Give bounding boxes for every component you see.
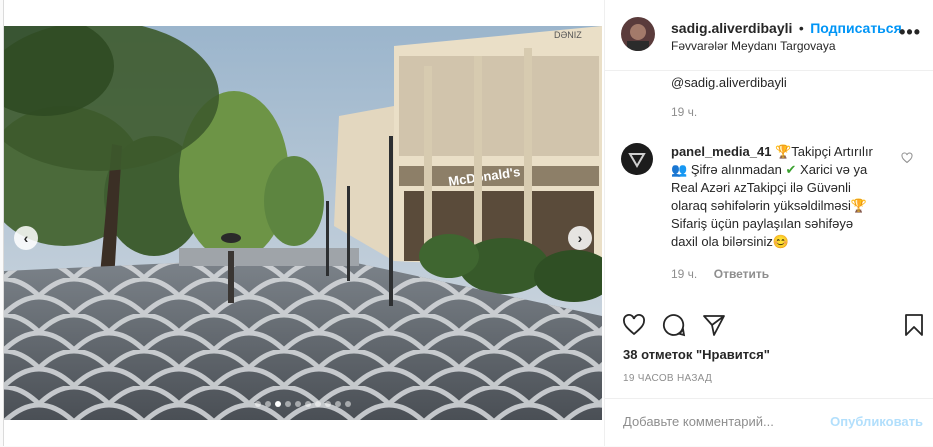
slide-dot — [265, 401, 271, 407]
small-heart-icon — [901, 152, 913, 164]
chevron-right-icon: › — [577, 230, 583, 246]
chevron-left-icon: ‹ — [23, 230, 29, 246]
post-side-panel: sadig.aliverdibayli • Подписаться Fəvvar… — [604, 0, 933, 446]
next-slide-button[interactable]: › — [568, 226, 592, 250]
caption-time[interactable]: 19 ч. — [671, 105, 697, 119]
more-options-icon: ••• — [899, 22, 921, 42]
post-header: sadig.aliverdibayli • Подписаться Fəvvar… — [605, 0, 933, 71]
bank-sign: DƏNIZ — [554, 30, 582, 40]
trophy-icon: 🏆 — [775, 144, 792, 159]
commenter-username[interactable]: panel_media_41 — [671, 144, 771, 159]
caption-mention[interactable]: @sadig.aliverdibayli — [671, 74, 787, 92]
add-comment-bar: Опубликовать — [605, 398, 933, 447]
comment-line-6: daxil ola bilərsiniz — [671, 234, 773, 249]
publish-button[interactable]: Опубликовать — [830, 414, 923, 429]
slide-dot — [295, 401, 301, 407]
slide-dot — [335, 401, 341, 407]
author-avatar[interactable] — [621, 17, 655, 51]
comment-input[interactable] — [621, 413, 825, 430]
post-photo[interactable]: McDonald's DƏNIZ ‹ › — [4, 26, 602, 420]
comment-line-1: Takipçi Artırılır — [791, 144, 873, 159]
author-username[interactable]: sadig.aliverdibayli — [671, 20, 792, 36]
post-timestamp[interactable]: 19 ЧАСОВ НАЗАД — [623, 373, 712, 384]
heart-icon[interactable] — [621, 313, 647, 337]
people-icon: 👥 — [671, 162, 688, 177]
post-location[interactable]: Fəvvarələr Meydanı Targovaya — [671, 39, 836, 53]
comment-line-5: Sifariş üçün paylaşılan səhifəyə — [671, 216, 854, 231]
post-container: McDonald's DƏNIZ ‹ › sadig.aliverdibayli… — [3, 0, 933, 446]
comment-icon[interactable] — [661, 313, 687, 337]
slide-dot — [345, 401, 351, 407]
slide-dot — [325, 401, 331, 407]
header-separator: • — [798, 20, 804, 36]
slide-dot — [285, 401, 291, 407]
likes-count[interactable]: 38 отметок "Нравится" — [623, 347, 770, 362]
avatar-image — [621, 17, 655, 51]
follow-button[interactable]: Подписаться — [810, 20, 902, 36]
check-icon: ✔ — [785, 162, 797, 177]
more-options-button[interactable]: ••• — [899, 22, 921, 43]
comment-line-4: olaraq səhifələrin yüksəldilməsi — [671, 198, 851, 213]
comment-like-button[interactable] — [901, 151, 913, 169]
trophy-icon: 🏆 — [850, 198, 868, 213]
comment-body: panel_media_41 🏆Takipçi Artırılır 👥 Şifr… — [671, 143, 886, 251]
smile-icon: 😊 — [772, 234, 790, 249]
post-actions — [605, 305, 933, 345]
slide-dot — [275, 401, 281, 407]
comment-time[interactable]: 19 ч. — [671, 267, 697, 281]
commenter-avatar[interactable] — [621, 143, 653, 175]
commenter-avatar-logo — [628, 153, 646, 168]
comment-line-2b: Xarici və ya — [800, 162, 868, 177]
slide-dot — [255, 401, 261, 407]
slide-dot — [315, 401, 321, 407]
comment-line-3: Real Azəri ᴀᴢTakipçi ilə Güvənli — [671, 180, 851, 195]
bookmark-icon[interactable] — [903, 313, 925, 337]
previous-slide-button[interactable]: ‹ — [14, 226, 38, 250]
photo-scene: McDonald's DƏNIZ — [4, 26, 602, 420]
share-icon[interactable] — [702, 313, 726, 337]
slide-dot — [305, 401, 311, 407]
comment-line-2: Şifrə alınmadan — [690, 162, 782, 177]
reply-button[interactable]: Ответить — [714, 267, 769, 281]
slide-indicator — [4, 401, 602, 407]
